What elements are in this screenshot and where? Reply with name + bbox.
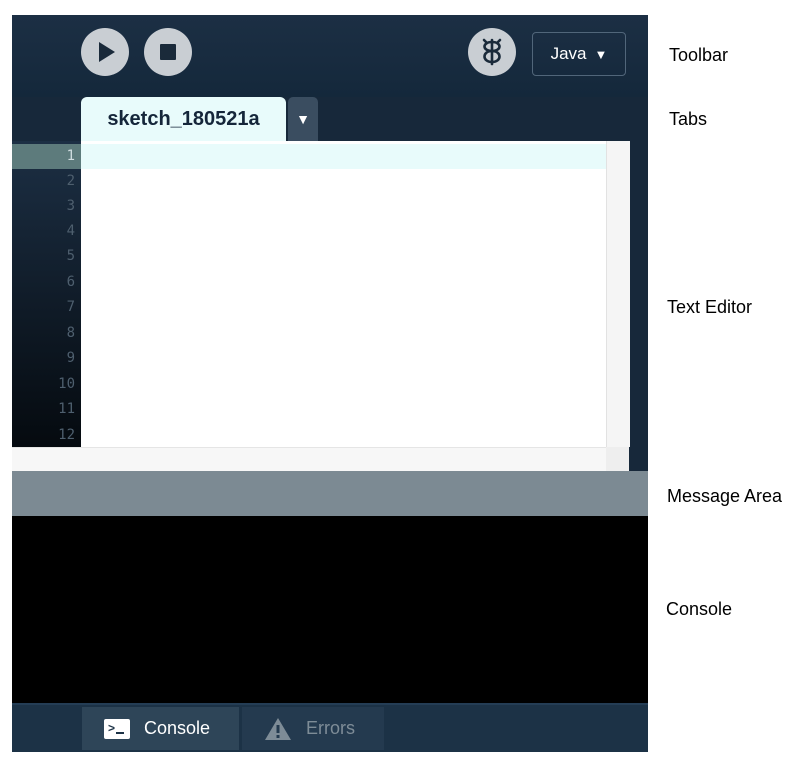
toolbar: Java ▼ bbox=[12, 15, 648, 97]
line-number: 3 bbox=[66, 198, 75, 214]
processing-ide-window: Java ▼ sketch_180521a ▼ 1 2 3 4 5 6 7 8 … bbox=[12, 15, 648, 752]
line-number: 4 bbox=[66, 223, 75, 239]
callout-tabs: Tabs bbox=[669, 109, 708, 129]
horizontal-scrollbar[interactable] bbox=[12, 447, 629, 472]
console-tab-button[interactable]: > Console bbox=[82, 707, 239, 750]
line-number: 10 bbox=[58, 376, 75, 392]
line-number: 2 bbox=[66, 173, 75, 189]
errors-tab-label: Errors bbox=[306, 718, 355, 738]
tab-bar: sketch_180521a ▼ bbox=[12, 97, 648, 141]
debug-icon bbox=[482, 38, 502, 66]
tab-sketch[interactable]: sketch_180521a bbox=[81, 97, 286, 141]
run-button[interactable] bbox=[81, 28, 129, 76]
debug-button[interactable] bbox=[468, 28, 516, 76]
line-number: 12 bbox=[58, 427, 75, 443]
stop-icon bbox=[160, 44, 176, 60]
code-text-area[interactable] bbox=[81, 141, 606, 447]
scrollbar-corner bbox=[606, 447, 629, 471]
vertical-scrollbar[interactable] bbox=[606, 141, 630, 447]
footer-bar: > Console Errors bbox=[12, 703, 648, 752]
warning-icon bbox=[265, 717, 291, 740]
mode-selector[interactable]: Java ▼ bbox=[532, 32, 626, 76]
line-number: 9 bbox=[66, 350, 75, 366]
line-number: 8 bbox=[66, 325, 75, 341]
line-number: 5 bbox=[66, 248, 75, 264]
terminal-icon: > bbox=[104, 718, 130, 739]
tab-menu-button[interactable]: ▼ bbox=[288, 97, 318, 141]
message-area bbox=[12, 471, 648, 516]
text-editor: 1 2 3 4 5 6 7 8 9 10 11 12 bbox=[12, 141, 648, 472]
chevron-down-icon: ▼ bbox=[296, 111, 310, 127]
mode-label: Java bbox=[550, 44, 587, 63]
play-icon bbox=[99, 42, 115, 62]
callout-toolbar: Toolbar bbox=[669, 45, 729, 65]
current-line-highlight bbox=[81, 144, 606, 169]
errors-tab-button[interactable]: Errors bbox=[242, 707, 384, 750]
line-number: 7 bbox=[66, 299, 75, 315]
line-number: 1 bbox=[66, 148, 75, 164]
line-number-gutter: 1 2 3 4 5 6 7 8 9 10 11 12 bbox=[12, 141, 81, 447]
callout-console: Console bbox=[666, 599, 733, 619]
line-number: 6 bbox=[66, 274, 75, 290]
line-number: 11 bbox=[58, 401, 75, 417]
chevron-down-icon: ▼ bbox=[594, 46, 608, 62]
stop-button[interactable] bbox=[144, 28, 192, 76]
console-tab-label: Console bbox=[144, 718, 211, 738]
console-output[interactable] bbox=[12, 516, 648, 703]
callout-text-editor: Text Editor bbox=[667, 297, 753, 317]
callout-message-area: Message Area bbox=[667, 486, 783, 506]
